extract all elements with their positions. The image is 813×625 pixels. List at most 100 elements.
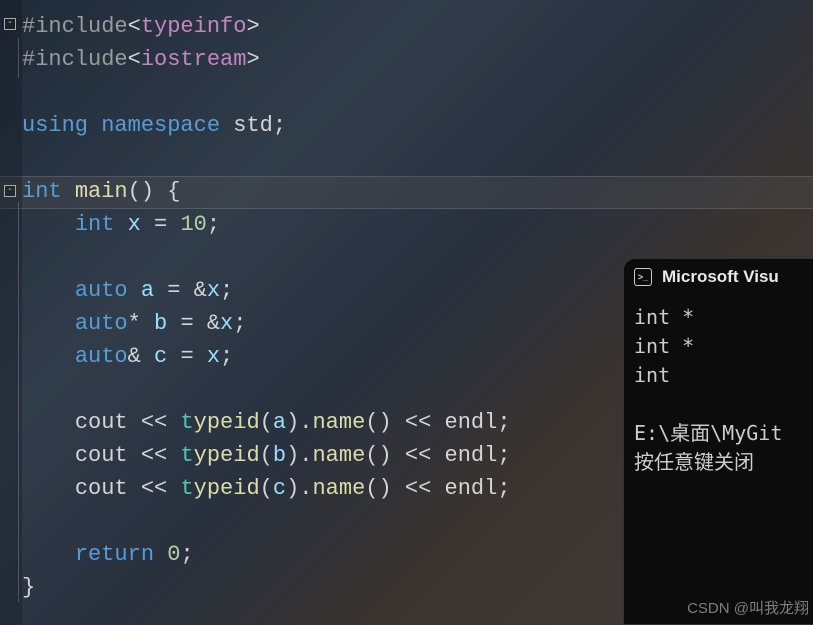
code-token: >	[246, 14, 259, 39]
code-token: x	[207, 344, 220, 369]
code-token	[114, 212, 127, 237]
code-token	[22, 410, 75, 435]
code-token	[167, 212, 180, 237]
code-token	[194, 311, 207, 336]
code-token: int	[75, 212, 115, 237]
code-token: =	[167, 278, 180, 303]
terminal-title-text: Microsoft Visu	[662, 267, 779, 287]
code-token: #include	[22, 14, 128, 39]
fold-guide	[18, 38, 19, 78]
code-token	[431, 476, 444, 501]
code-token	[167, 344, 180, 369]
code-content[interactable]: #include<typeinfo>#include<iostream>usin…	[22, 10, 511, 604]
code-line[interactable]: auto* b = &x;	[22, 307, 511, 340]
code-token: <<	[141, 476, 167, 501]
code-token	[22, 542, 75, 567]
code-line[interactable]: cout << typeid(a).name() << endl;	[22, 406, 511, 439]
code-token	[62, 179, 75, 204]
code-line[interactable]: int main() {	[22, 175, 511, 208]
code-line[interactable]: int x = 10;	[22, 208, 511, 241]
code-token	[180, 278, 193, 303]
code-token: t	[180, 476, 193, 501]
terminal-titlebar[interactable]: >_ Microsoft Visu	[624, 259, 813, 295]
code-line[interactable]: }	[22, 571, 511, 604]
code-token: ;	[220, 344, 233, 369]
code-token: =	[180, 344, 193, 369]
code-token: ()	[365, 476, 391, 501]
code-token: }	[22, 575, 35, 600]
code-token: <<	[405, 443, 431, 468]
code-line[interactable]: cout << typeid(c).name() << endl;	[22, 472, 511, 505]
code-token	[154, 278, 167, 303]
code-token: ;	[497, 443, 510, 468]
code-line[interactable]	[22, 505, 511, 538]
code-token: 0	[167, 542, 180, 567]
code-token	[128, 278, 141, 303]
code-token	[22, 344, 75, 369]
code-token: b	[273, 443, 286, 468]
code-token: <	[128, 14, 141, 39]
code-token: ;	[220, 278, 233, 303]
code-token: x	[207, 278, 220, 303]
code-token: >	[246, 47, 259, 72]
code-line[interactable]	[22, 76, 511, 109]
code-token: iostream	[141, 47, 247, 72]
code-token	[167, 443, 180, 468]
code-line[interactable]: #include<iostream>	[22, 43, 511, 76]
fold-toggle-icon[interactable]: -	[4, 185, 16, 197]
code-token: ;	[207, 212, 220, 237]
code-token: auto	[75, 278, 128, 303]
code-token	[22, 311, 75, 336]
code-token: name	[312, 443, 365, 468]
code-token: =	[180, 311, 193, 336]
code-line[interactable]	[22, 142, 511, 175]
code-token: c	[154, 344, 167, 369]
code-token: )	[286, 476, 299, 501]
code-token: c	[273, 476, 286, 501]
code-token: t	[180, 410, 193, 435]
code-token: (	[260, 410, 273, 435]
code-token	[128, 476, 141, 501]
code-token: .	[299, 410, 312, 435]
code-token: t	[180, 443, 193, 468]
code-line[interactable]: #include<typeinfo>	[22, 10, 511, 43]
code-line[interactable]	[22, 241, 511, 274]
code-line[interactable]: auto a = &x;	[22, 274, 511, 307]
code-token	[392, 410, 405, 435]
code-token: main	[75, 179, 128, 204]
code-token: )	[286, 410, 299, 435]
terminal-output[interactable]: int * int * int E:\桌面\MyGit 按任意键关闭	[624, 295, 813, 485]
code-token	[22, 443, 75, 468]
code-line[interactable]: auto& c = x;	[22, 340, 511, 373]
code-line[interactable]: return 0;	[22, 538, 511, 571]
code-token: <<	[405, 476, 431, 501]
code-token	[141, 311, 154, 336]
code-token: name	[312, 410, 365, 435]
code-token: a	[141, 278, 154, 303]
code-token: .	[299, 443, 312, 468]
code-token: (	[260, 476, 273, 501]
code-token	[431, 410, 444, 435]
code-token	[167, 311, 180, 336]
code-token: namespace	[101, 113, 220, 138]
code-token: <<	[405, 410, 431, 435]
code-token: ()	[365, 443, 391, 468]
code-token: ;	[180, 542, 193, 567]
code-token: b	[154, 311, 167, 336]
code-token: <<	[141, 443, 167, 468]
code-token	[22, 476, 75, 501]
code-line[interactable]: using namespace std;	[22, 109, 511, 142]
code-token: name	[312, 476, 365, 501]
code-token	[22, 212, 75, 237]
code-token	[194, 344, 207, 369]
code-token	[128, 410, 141, 435]
code-token: *	[128, 311, 141, 336]
code-line[interactable]: cout << typeid(b).name() << endl;	[22, 439, 511, 472]
code-token: =	[154, 212, 167, 237]
code-line[interactable]	[22, 373, 511, 406]
code-token: ;	[273, 113, 286, 138]
terminal-window[interactable]: >_ Microsoft Visu int * int * int E:\桌面\…	[623, 258, 813, 625]
fold-toggle-icon[interactable]: -	[4, 18, 16, 30]
code-token: cout	[75, 410, 128, 435]
code-token: ypeid	[194, 443, 260, 468]
